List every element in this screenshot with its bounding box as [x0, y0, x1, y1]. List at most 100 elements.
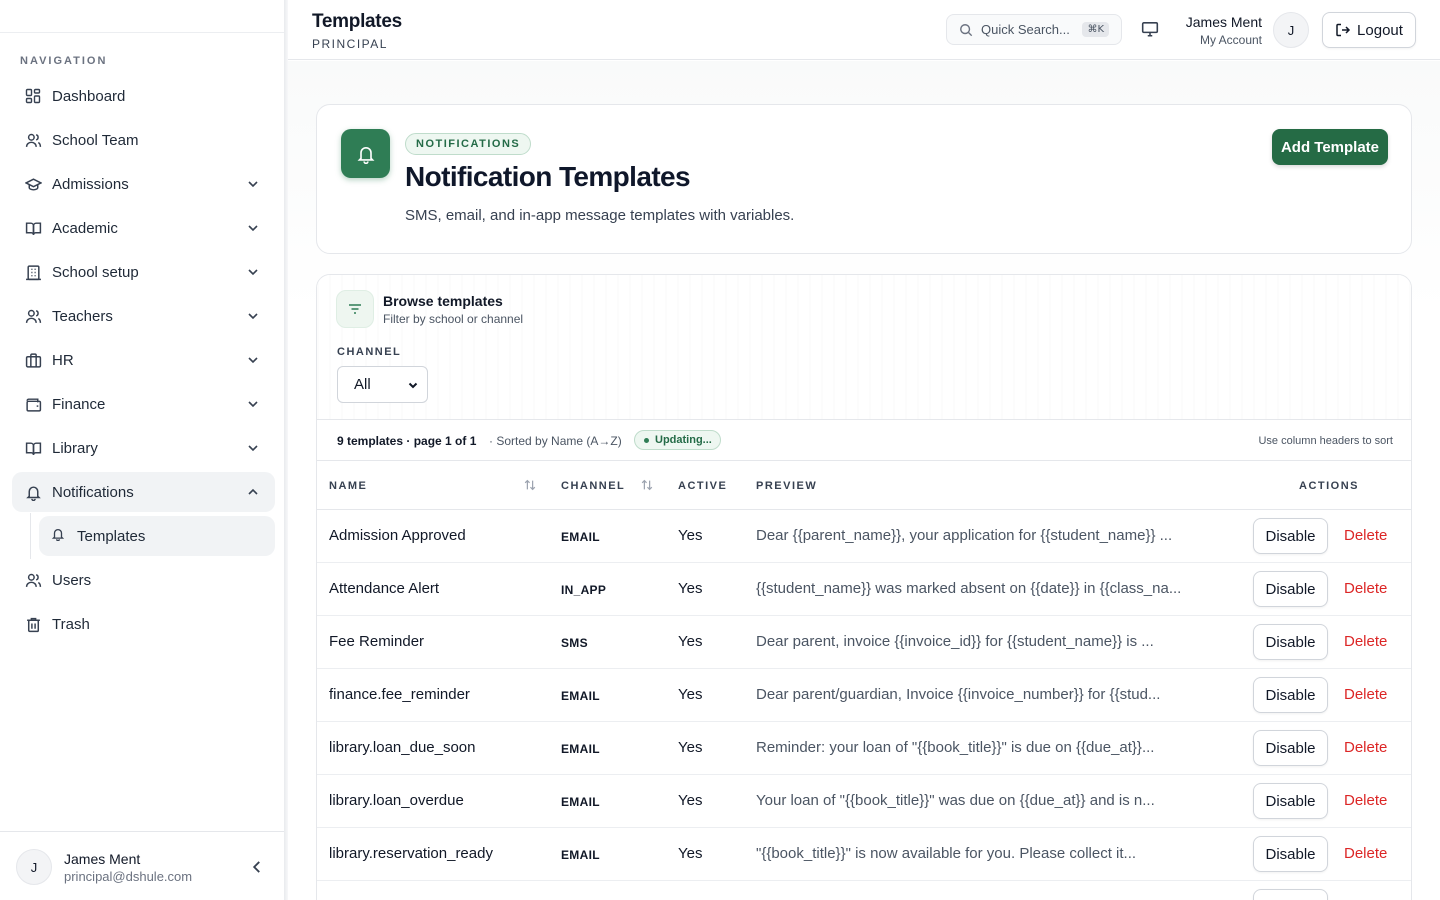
graduation-cap-icon [24, 175, 42, 193]
sidebar-item-label: Teachers [52, 307, 113, 325]
sort-icon[interactable] [640, 478, 654, 492]
template-channel: EMAIL [561, 689, 600, 703]
sidebar-item-academic[interactable]: Academic [12, 208, 275, 248]
briefcase-icon [24, 351, 42, 369]
template-channel: EMAIL [561, 530, 600, 544]
search-icon [960, 23, 973, 36]
hero-description: SMS, email, and in-app message templates… [405, 207, 795, 224]
delete-button[interactable]: Delete [1344, 845, 1387, 862]
template-active: Yes [678, 633, 703, 650]
template-active: Yes [678, 845, 703, 862]
disable-button[interactable]: Disable [1253, 889, 1328, 900]
template-active: Yes [678, 580, 703, 597]
logout-icon [1336, 23, 1351, 37]
channel-filter-label: CHANNEL [337, 346, 402, 358]
sidebar-item-library[interactable]: Library [12, 428, 275, 468]
sidebar-item-hr[interactable]: HR [12, 340, 275, 380]
browse-title: Browse templates [383, 293, 503, 309]
disable-button[interactable]: Disable [1253, 518, 1328, 554]
table-row: Admission Approved EMAIL Yes Dear {{pare… [317, 510, 1411, 563]
add-template-button[interactable]: Add Template [1272, 129, 1388, 165]
table-row: library.loan_due_soon EMAIL Yes Reminder… [317, 722, 1411, 775]
template-preview: Dear {{parent_name}}, your application f… [756, 527, 1173, 544]
sort-hint: Use column headers to sort [1258, 435, 1393, 447]
avatar[interactable]: J [1273, 12, 1309, 48]
template-active: Yes [678, 686, 703, 703]
delete-button[interactable]: Delete [1344, 527, 1387, 544]
sidebar-item-users[interactable]: Users [12, 560, 275, 600]
disable-button[interactable]: Disable [1253, 624, 1328, 660]
top-header: Templates PRINCIPAL Quick Search... ⌘K J… [288, 0, 1440, 60]
sort-description: · Sorted by Name (A→Z) [489, 434, 622, 448]
sidebar-subitem-templates[interactable]: Templates [39, 516, 275, 556]
delete-button[interactable]: Delete [1344, 633, 1387, 650]
search-placeholder: Quick Search... [981, 22, 1070, 37]
bell-icon [24, 483, 42, 501]
disable-button[interactable]: Disable [1253, 836, 1328, 872]
channel-filter-select[interactable]: All [337, 366, 428, 403]
table-header: NAME CHANNEL ACTIVE PREVIEW ACTIONS [317, 461, 1411, 510]
template-name: Admission Approved [329, 527, 466, 544]
sidebar-item-school-setup[interactable]: School setup [12, 252, 275, 292]
sidebar-item-finance[interactable]: Finance [12, 384, 275, 424]
users-icon [24, 571, 42, 589]
sidebar-item-trash[interactable]: Trash [12, 604, 275, 644]
sidebar-item-school-team[interactable]: School Team [12, 120, 275, 160]
table-row: Fee Reminder SMS Yes Dear parent, invoic… [317, 616, 1411, 669]
chevron-down-icon [248, 313, 258, 320]
header-user-name[interactable]: James Ment [1186, 14, 1262, 30]
dashboard-icon [24, 87, 42, 105]
column-header-channel[interactable]: CHANNEL [561, 480, 625, 492]
disable-button[interactable]: Disable [1253, 571, 1328, 607]
wallet-icon [24, 395, 42, 413]
table-status-bar: 9 templates · page 1 of 1 · Sorted by Na… [317, 419, 1411, 461]
users-icon [24, 131, 42, 149]
template-preview: "{{book_title}}" is now available for yo… [756, 845, 1137, 862]
disable-button[interactable]: Disable [1253, 730, 1328, 766]
sidebar-item-dashboard[interactable]: Dashboard [12, 76, 275, 116]
sidebar-item-label: Library [52, 439, 98, 457]
column-header-name[interactable]: NAME [329, 480, 367, 492]
delete-button[interactable]: Delete [1344, 580, 1387, 597]
search-shortcut: ⌘K [1082, 22, 1109, 37]
chevron-up-icon [248, 488, 258, 495]
template-preview: Reminder: your loan of "{{book_title}}" … [756, 739, 1155, 756]
template-active: Yes [678, 792, 703, 809]
users-icon [24, 307, 42, 325]
delete-button[interactable]: Delete [1344, 739, 1387, 756]
sidebar-item-teachers[interactable]: Teachers [12, 296, 275, 336]
sidebar-item-admissions[interactable]: Admissions [12, 164, 275, 204]
column-header-active: ACTIVE [678, 480, 728, 492]
delete-button[interactable]: Delete [1344, 686, 1387, 703]
sidebar-item-notifications[interactable]: Notifications [12, 472, 275, 512]
chevron-left-icon[interactable] [248, 858, 266, 876]
disable-button[interactable]: Disable [1253, 677, 1328, 713]
bell-icon [51, 527, 65, 546]
page-role: PRINCIPAL [312, 37, 388, 51]
templates-table-card: Browse templates Filter by school or cha… [316, 274, 1412, 900]
sidebar-divider [0, 32, 284, 33]
sidebar: NAVIGATION Dashboard School Team Admissi… [0, 0, 285, 900]
table-row: library.reservation_ready EMAIL Yes "{{b… [317, 828, 1411, 881]
chevron-down-icon [408, 382, 418, 389]
channel-filter-value: All [354, 376, 371, 393]
sort-icon[interactable] [523, 478, 537, 492]
quick-search-input[interactable]: Quick Search... ⌘K [946, 14, 1122, 45]
template-active: Yes [678, 739, 703, 756]
logout-button[interactable]: Logout [1322, 12, 1416, 48]
template-name: Attendance Alert [329, 580, 440, 597]
header-my-account[interactable]: My Account [1200, 33, 1262, 47]
disable-button[interactable]: Disable [1253, 783, 1328, 819]
avatar[interactable]: J [16, 849, 52, 885]
footer-user-name: James Ment [64, 851, 141, 867]
chevron-down-icon [248, 181, 258, 188]
delete-button[interactable]: Delete [1344, 792, 1387, 809]
footer-user-email: principal@dshule.com [64, 869, 193, 884]
sidebar-item-label: Dashboard [52, 87, 126, 105]
table-row: Attendance Alert IN_APP Yes {{student_na… [317, 563, 1411, 616]
sidebar-item-label: School Team [52, 131, 139, 149]
chevron-down-icon [248, 445, 258, 452]
column-header-actions: ACTIONS [1299, 480, 1359, 492]
monitor-icon[interactable] [1141, 20, 1159, 38]
template-name: library.reservation_ready [329, 845, 493, 862]
